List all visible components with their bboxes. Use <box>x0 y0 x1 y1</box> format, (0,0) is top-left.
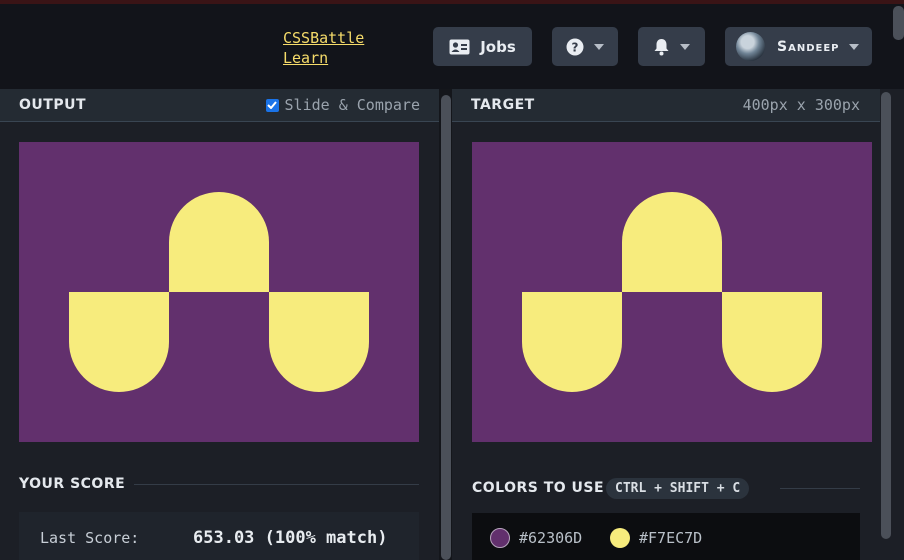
slide-compare-label: Slide & Compare <box>284 96 420 114</box>
user-menu-button[interactable]: Sandeep <box>725 27 872 66</box>
top-header: CSSBattle Learn Jobs ? Sandeep <box>0 4 904 89</box>
output-canvas[interactable] <box>19 142 419 442</box>
color-swatches: #62306D #F7EC7D <box>472 513 860 560</box>
jobs-button[interactable]: Jobs <box>433 27 532 66</box>
slide-compare-checkbox[interactable] <box>265 98 279 112</box>
target-panel-header: TARGET 400px x 300px <box>452 89 880 122</box>
target-dimensions: 400px x 300px <box>742 96 860 114</box>
score-divider <box>134 484 419 485</box>
jobs-label: Jobs <box>480 37 516 56</box>
output-title: OUTPUT <box>19 97 86 113</box>
target-scrollbar-thumb[interactable] <box>881 92 891 539</box>
last-score-label: Last Score: <box>40 529 140 547</box>
caret-down-icon <box>849 43 860 50</box>
colors-divider <box>780 488 860 489</box>
page-scrollbar-thumb[interactable] <box>893 6 904 40</box>
bowl-shape-left <box>522 292 622 392</box>
target-canvas <box>472 142 872 442</box>
bowl-shape-right <box>722 292 822 392</box>
user-name: Sandeep <box>777 38 840 55</box>
svg-text:?: ? <box>572 40 579 54</box>
swatch-dot <box>490 528 510 548</box>
help-menu-button[interactable]: ? <box>552 27 618 66</box>
caret-down-icon <box>594 43 604 50</box>
color-swatch[interactable]: #F7EC7D <box>610 528 702 548</box>
score-box: Last Score: 653.03 (100% match) <box>19 512 419 560</box>
arch-shape-top <box>169 192 269 292</box>
slide-compare-toggle[interactable]: Slide & Compare <box>265 96 420 114</box>
cssbattle-learn-link[interactable]: CSSBattle Learn <box>283 28 378 68</box>
score-title: YOUR SCORE <box>19 476 126 492</box>
copy-colors-shortcut: CTRL + SHIFT + C <box>606 478 750 499</box>
color-swatch[interactable]: #62306D <box>490 528 582 548</box>
question-circle-icon: ? <box>566 38 584 56</box>
swatch-hex: #F7EC7D <box>639 529 703 547</box>
bell-icon <box>653 38 670 56</box>
avatar <box>736 32 765 61</box>
last-score-value: 653.03 (100% match) <box>193 528 388 548</box>
bowl-shape-left <box>69 292 169 392</box>
id-card-icon <box>449 39 470 55</box>
swatch-hex: #62306D <box>519 529 583 547</box>
caret-down-icon <box>680 43 690 50</box>
colors-title: COLORS TO USE <box>472 480 605 496</box>
swatch-dot <box>610 528 630 548</box>
bowl-shape-right <box>269 292 369 392</box>
output-panel-header: OUTPUT Slide & Compare <box>0 89 439 122</box>
notifications-button[interactable] <box>638 27 705 66</box>
arch-shape-top <box>622 192 722 292</box>
output-scrollbar-thumb[interactable] <box>441 95 451 560</box>
target-title: TARGET <box>471 97 535 113</box>
